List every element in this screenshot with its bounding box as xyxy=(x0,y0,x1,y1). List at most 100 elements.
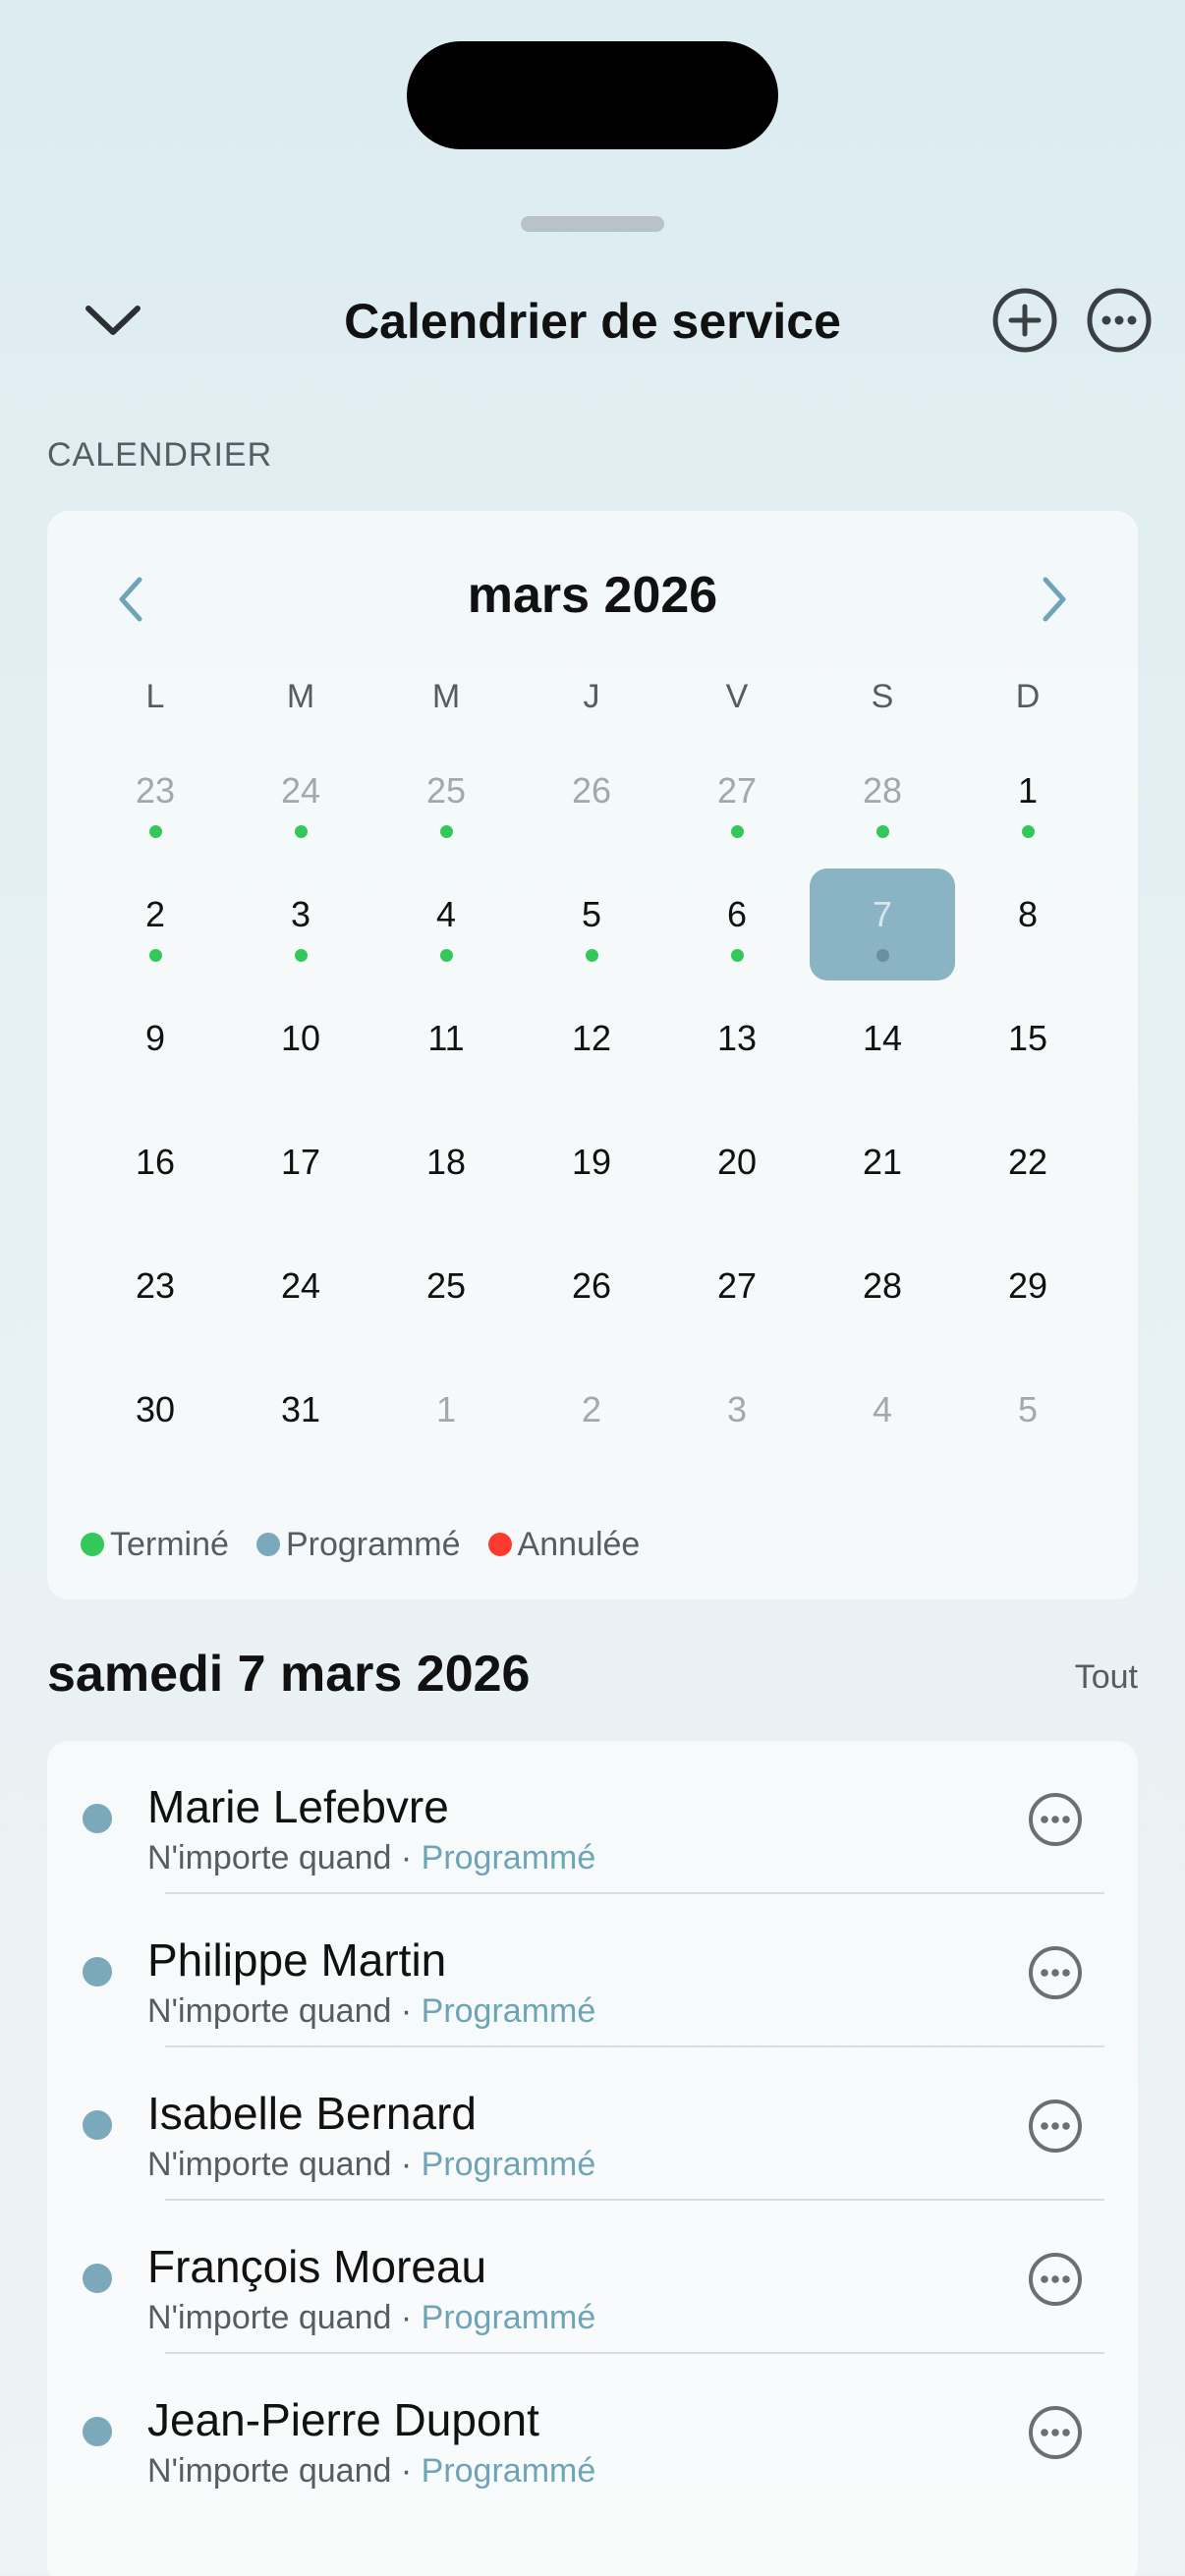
appointment-subtitle: N'importe quand · Programmé xyxy=(147,2452,596,2490)
event-dot-icon xyxy=(440,825,453,838)
calendar-day[interactable]: 8 xyxy=(955,867,1100,990)
day-number: 25 xyxy=(425,1265,467,1306)
event-dot-icon xyxy=(1022,825,1035,838)
calendar-day[interactable]: 22 xyxy=(955,1114,1100,1238)
day-number: 11 xyxy=(427,1018,465,1058)
calendar-day[interactable]: 6 xyxy=(664,867,810,990)
calendar-day[interactable]: 21 xyxy=(810,1114,955,1238)
legend-item-done: Terminé xyxy=(81,1526,229,1564)
weekday-label: L xyxy=(145,678,165,715)
calendar-day[interactable]: 13 xyxy=(664,990,810,1114)
calendar-day[interactable]: 27 xyxy=(664,743,810,867)
calendar-day[interactable]: 4 xyxy=(373,867,519,990)
ellipsis-circle-icon[interactable] xyxy=(1084,285,1155,356)
day-number: 3 xyxy=(290,894,311,934)
calendar-day[interactable]: 23 xyxy=(83,743,228,867)
calendar-day[interactable]: 19 xyxy=(519,1114,664,1238)
calendar-day[interactable]: 1 xyxy=(373,1362,519,1485)
list-item[interactable]: Isabelle Bernard N'importe quand · Progr… xyxy=(47,2047,1138,2201)
calendar-day[interactable]: 20 xyxy=(664,1114,810,1238)
list-item[interactable]: Marie Lefebvre N'importe quand · Program… xyxy=(47,1741,1138,1894)
event-dot-icon xyxy=(295,949,308,962)
calendar-legend: Terminé Programmé Annulée xyxy=(81,1523,667,1566)
calendar-day[interactable]: 28 xyxy=(810,1238,955,1362)
calendar-day[interactable]: 29 xyxy=(955,1238,1100,1362)
day-number: 5 xyxy=(1017,1389,1039,1429)
day-number: 28 xyxy=(862,770,903,811)
ellipsis-circle-icon[interactable] xyxy=(1026,2250,1085,2309)
list-item[interactable]: Jean-Pierre Dupont N'importe quand · Pro… xyxy=(47,2354,1138,2507)
sheet-grabber[interactable] xyxy=(521,216,664,232)
calendar-day[interactable]: 9 xyxy=(83,990,228,1114)
status-dot-icon xyxy=(83,2110,112,2140)
calendar-day[interactable]: 26 xyxy=(519,743,664,867)
calendar-day-selected[interactable]: 7 xyxy=(810,867,955,990)
plus-circle-icon[interactable] xyxy=(989,285,1060,356)
calendar-day[interactable]: 2 xyxy=(83,867,228,990)
calendar-day[interactable]: 18 xyxy=(373,1114,519,1238)
day-number: 12 xyxy=(571,1018,612,1058)
header: Calendrier de service xyxy=(0,275,1185,369)
weekday-label: M xyxy=(431,678,461,715)
calendar-day[interactable]: 17 xyxy=(228,1114,373,1238)
day-number: 8 xyxy=(1017,894,1039,934)
day-number: 13 xyxy=(716,1018,758,1058)
client-name: Jean-Pierre Dupont xyxy=(147,2394,539,2445)
list-item[interactable]: François Moreau N'importe quand · Progra… xyxy=(47,2201,1138,2354)
appointment-time: N'importe quand xyxy=(147,2146,392,2183)
calendar-day[interactable]: 26 xyxy=(519,1238,664,1362)
calendar-day[interactable]: 15 xyxy=(955,990,1100,1114)
section-label: CALENDRIER xyxy=(47,436,273,474)
status-dot-icon xyxy=(487,1533,512,1556)
calendar-day[interactable]: 31 xyxy=(228,1362,373,1485)
legend-label: Terminé xyxy=(110,1525,229,1563)
list-item[interactable]: Philippe Martin N'importe quand · Progra… xyxy=(47,1894,1138,2047)
calendar-day[interactable]: 1 xyxy=(955,743,1100,867)
calendar-day[interactable]: 28 xyxy=(810,743,955,867)
event-dot-icon xyxy=(876,825,889,838)
ellipsis-circle-icon[interactable] xyxy=(1026,1943,1085,2002)
chevron-right-icon[interactable] xyxy=(1030,570,1079,629)
appointment-time: N'importe quand xyxy=(147,2299,392,2336)
day-number: 2 xyxy=(144,894,166,934)
calendar-day[interactable]: 5 xyxy=(519,867,664,990)
calendar-day[interactable]: 30 xyxy=(83,1362,228,1485)
legend-item-scheduled: Programmé xyxy=(255,1526,461,1564)
day-number: 14 xyxy=(862,1018,903,1058)
ellipsis-circle-icon[interactable] xyxy=(1026,2097,1085,2156)
client-name: Isabelle Bernard xyxy=(147,2088,477,2139)
day-number: 16 xyxy=(135,1142,176,1182)
calendar-day[interactable]: 25 xyxy=(373,743,519,867)
calendar-day[interactable]: 2 xyxy=(519,1362,664,1485)
calendar-day[interactable]: 4 xyxy=(810,1362,955,1485)
see-all-link[interactable]: Tout xyxy=(1075,1658,1138,1697)
appointment-status: Programmé xyxy=(421,2452,596,2490)
appointment-subtitle: N'importe quand · Programmé xyxy=(147,2299,596,2336)
calendar-day[interactable]: 14 xyxy=(810,990,955,1114)
calendar-day[interactable]: 3 xyxy=(228,867,373,990)
calendar-day[interactable]: 5 xyxy=(955,1362,1100,1485)
status-dot-icon xyxy=(81,1533,104,1556)
calendar-day[interactable]: 25 xyxy=(373,1238,519,1362)
selected-date-heading: samedi 7 mars 2026 xyxy=(47,1646,531,1703)
calendar-day[interactable]: 16 xyxy=(83,1114,228,1238)
client-name: Philippe Martin xyxy=(147,1934,447,1986)
calendar-day[interactable]: 11 xyxy=(373,990,519,1114)
calendar-day[interactable]: 10 xyxy=(228,990,373,1114)
calendar-day[interactable]: 24 xyxy=(228,1238,373,1362)
ellipsis-circle-icon[interactable] xyxy=(1026,1790,1085,1849)
calendar-day[interactable]: 23 xyxy=(83,1238,228,1362)
calendar-day[interactable]: 27 xyxy=(664,1238,810,1362)
calendar-day[interactable]: 12 xyxy=(519,990,664,1114)
day-number: 27 xyxy=(716,770,758,811)
calendar-day[interactable]: 3 xyxy=(664,1362,810,1485)
ellipsis-circle-icon[interactable] xyxy=(1026,2403,1085,2462)
day-number: 15 xyxy=(1007,1018,1048,1058)
weekday-label: S xyxy=(871,678,894,715)
calendar-day[interactable]: 24 xyxy=(228,743,373,867)
day-number: 9 xyxy=(144,1018,166,1058)
day-number: 7 xyxy=(872,894,893,934)
day-number: 22 xyxy=(1007,1142,1048,1182)
month-title: mars 2026 xyxy=(467,567,718,624)
day-number: 25 xyxy=(425,770,467,811)
